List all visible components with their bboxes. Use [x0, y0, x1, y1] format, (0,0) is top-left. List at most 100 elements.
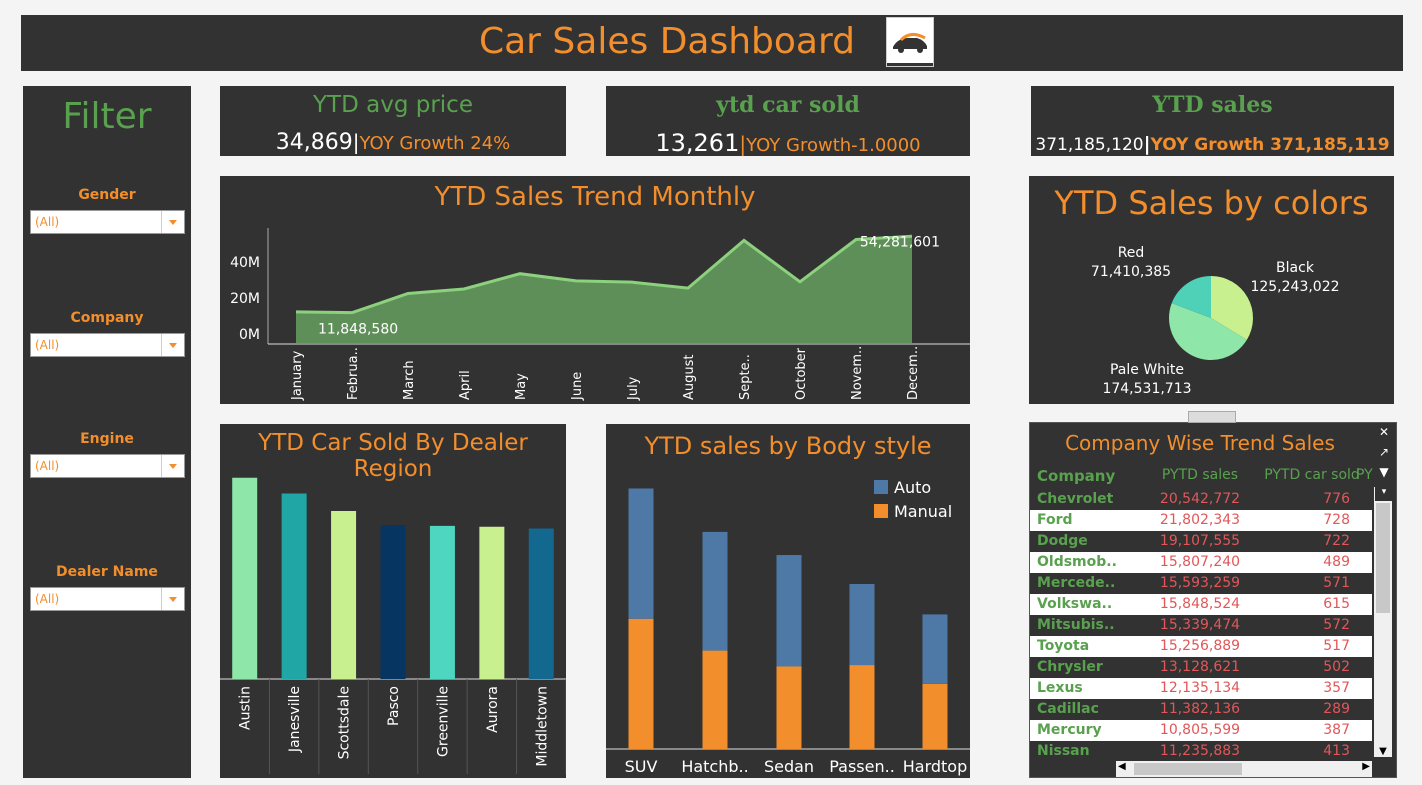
filter-title: Filter [62, 96, 152, 137]
sales-trend-chart: 0M 20M 40M 11,848,580 54,281,601 January Febru… [230, 228, 970, 401]
engine-dropdown[interactable]: (All) [30, 454, 185, 478]
table-row[interactable]: Ford 21,802,343 728 [1030, 510, 1372, 531]
company-cell: Mercede.. [1037, 575, 1116, 591]
pytd-car-sold-cell: 413 [1323, 743, 1350, 759]
engine-value: (All) [35, 459, 60, 473]
pytd-sales-cell: 10,805,599 [1159, 722, 1241, 738]
close-icon[interactable]: ✕ [1375, 423, 1393, 441]
gender-dropdown[interactable]: (All) [30, 210, 185, 234]
scroll-left-icon[interactable]: ◀ [1118, 761, 1126, 772]
horizontal-scroll-thumb[interactable] [1134, 763, 1242, 775]
kpi-avg-price-line: 34,869|YOY Growth 24% [220, 130, 566, 155]
table-row[interactable]: Lexus 12,135,134 357 [1030, 678, 1372, 699]
table-row[interactable]: Toyota 15,256,889 517 [1030, 636, 1372, 657]
table-row[interactable]: Nissan 11,235,883 413 [1030, 741, 1372, 762]
chevron-down-icon[interactable] [161, 588, 184, 610]
filter-icon[interactable]: ▼ [1375, 463, 1393, 481]
body-style-bar-auto [776, 555, 802, 667]
company-trend-title: Company Wise Trend Sales [1065, 431, 1335, 455]
engine-label: Engine [80, 431, 134, 447]
x-tick-label: Aurora [485, 686, 501, 733]
resize-handle[interactable] [1188, 411, 1236, 423]
kpi-sales-title: YTD sales [1152, 92, 1273, 118]
table-row[interactable]: Mercede.. 15,593,259 571 [1030, 573, 1372, 594]
body-style-bar-manual [702, 650, 728, 749]
header-company[interactable]: Company [1037, 467, 1115, 485]
x-tick-label: October [794, 347, 809, 400]
region-bar [479, 526, 505, 679]
company-dropdown[interactable]: (All) [30, 333, 185, 357]
table-row[interactable]: Oldsmob.. 15,807,240 489 [1030, 552, 1372, 573]
table-row[interactable]: Mercury 10,805,599 387 [1030, 720, 1372, 741]
region-bar [429, 525, 455, 679]
x-tick-label: Hatchb.. [681, 757, 748, 776]
company-label: Company [70, 310, 144, 326]
body-style-bar-manual [776, 666, 802, 749]
scroll-down-icon[interactable]: ▼ [1374, 746, 1392, 757]
company-cell: Toyota [1037, 638, 1090, 654]
pytd-car-sold-cell: 502 [1323, 659, 1350, 675]
sales-trend-panel: YTD Sales Trend Monthly 0M 20M 40M 11,848,5… [220, 176, 970, 404]
dealer-name-dropdown[interactable]: (All) [30, 587, 185, 611]
pytd-car-sold-cell: 615 [1323, 596, 1350, 612]
header-pytd-car-sold[interactable]: PYTD car sold [1252, 467, 1372, 483]
company-trend-table: Company Wise Trend Sales Company PYTD sa… [1029, 411, 1397, 778]
sales-by-colors-panel: YTD Sales by colors Red 71,410,385 Black 12… [1029, 176, 1394, 404]
table-row[interactable]: Dodge 19,107,555 722 [1030, 531, 1372, 552]
chevron-down-icon[interactable] [161, 455, 184, 477]
more-options-icon[interactable]: ▾ [1375, 483, 1393, 501]
x-tick-label: Passen.. [829, 757, 895, 776]
x-tick-label: Janesville [287, 686, 303, 753]
company-cell: Mitsubis.. [1037, 617, 1115, 633]
dealer-region-panel: YTD Car Sold By Dealer Region Austin Jane… [220, 424, 566, 778]
company-cell: Volkswa.. [1037, 596, 1113, 612]
pytd-sales-cell: 15,807,240 [1159, 554, 1241, 570]
table-row[interactable]: Chrysler 13,128,621 502 [1030, 657, 1372, 678]
chevron-down-icon[interactable] [161, 334, 184, 356]
kpi-car-sold-growth: YOY Growth-1.0000 [746, 135, 921, 156]
x-tick-label: May [514, 373, 529, 400]
company-cell: Mercury [1037, 722, 1102, 738]
kpi-avg-price: YTD avg price 34,869|YOY Growth 24% [220, 86, 566, 156]
region-bar [281, 493, 307, 679]
x-tick-label: August [682, 355, 697, 401]
pytd-car-sold-cell: 387 [1323, 722, 1350, 738]
x-tick-label: SUV [625, 757, 658, 776]
popout-icon[interactable]: ↗ [1375, 443, 1393, 461]
kpi-car-sold-value: 13,261 [655, 129, 740, 157]
table-row[interactable]: Cadillac 11,382,136 289 [1030, 699, 1372, 720]
kpi-separator: | [1143, 133, 1151, 155]
body-style-bar-auto [922, 614, 948, 684]
table-row[interactable]: Mitsubis.. 15,339,474 572 [1030, 615, 1372, 636]
pytd-sales-cell: 13,128,621 [1159, 659, 1241, 675]
kpi-avg-price-value: 34,869 [275, 130, 353, 155]
scroll-right-icon[interactable]: ▶ [1362, 761, 1370, 772]
table-header: Company PYTD sales PYTD car sold PY [1030, 467, 1375, 489]
x-tick-label: Scottsdale [337, 686, 353, 759]
body-style-bar-manual [849, 665, 875, 749]
vertical-scroll-thumb[interactable] [1376, 503, 1390, 613]
pie-label-name: Pale White [1110, 362, 1184, 378]
body-style-bar-auto [702, 531, 728, 651]
pytd-sales-cell: 20,542,772 [1159, 491, 1241, 507]
pytd-car-sold-cell: 722 [1323, 533, 1350, 549]
header-pytd-sales[interactable]: PYTD sales [1142, 467, 1258, 483]
pytd-car-sold-cell: 357 [1323, 680, 1350, 696]
body-style-panel: YTD sales by Body style SUV Hatchb.. Sedan… [606, 424, 970, 778]
chevron-down-icon[interactable] [161, 211, 184, 233]
x-tick-label: Decem.. [906, 346, 921, 400]
kpi-car-sold-line: 13,261|YOY Growth-1.0000 [606, 129, 970, 157]
vertical-scrollbar[interactable]: ▲ ▼ [1374, 487, 1392, 757]
kpi-sales: YTD sales 371,185,120|YOY Growth 371,185… [1031, 86, 1394, 156]
pytd-sales-cell: 19,107,555 [1159, 533, 1241, 549]
horizontal-scrollbar[interactable]: ◀ ▶ [1116, 761, 1372, 777]
region-bar [528, 528, 554, 679]
dashboard-header: Car Sales Dashboard [21, 15, 1403, 71]
table-row[interactable]: Volkswa.. 15,848,524 615 [1030, 594, 1372, 615]
header-py-truncated[interactable]: PY [1356, 467, 1373, 483]
pytd-car-sold-cell: 517 [1323, 638, 1350, 654]
kpi-car-sold: ytd car sold 13,261|YOY Growth-1.0000 [606, 86, 970, 157]
legend-label: Manual [894, 502, 952, 521]
company-cell: Nissan [1037, 743, 1090, 759]
table-row[interactable]: Chevrolet 20,542,772 776 [1030, 489, 1372, 510]
